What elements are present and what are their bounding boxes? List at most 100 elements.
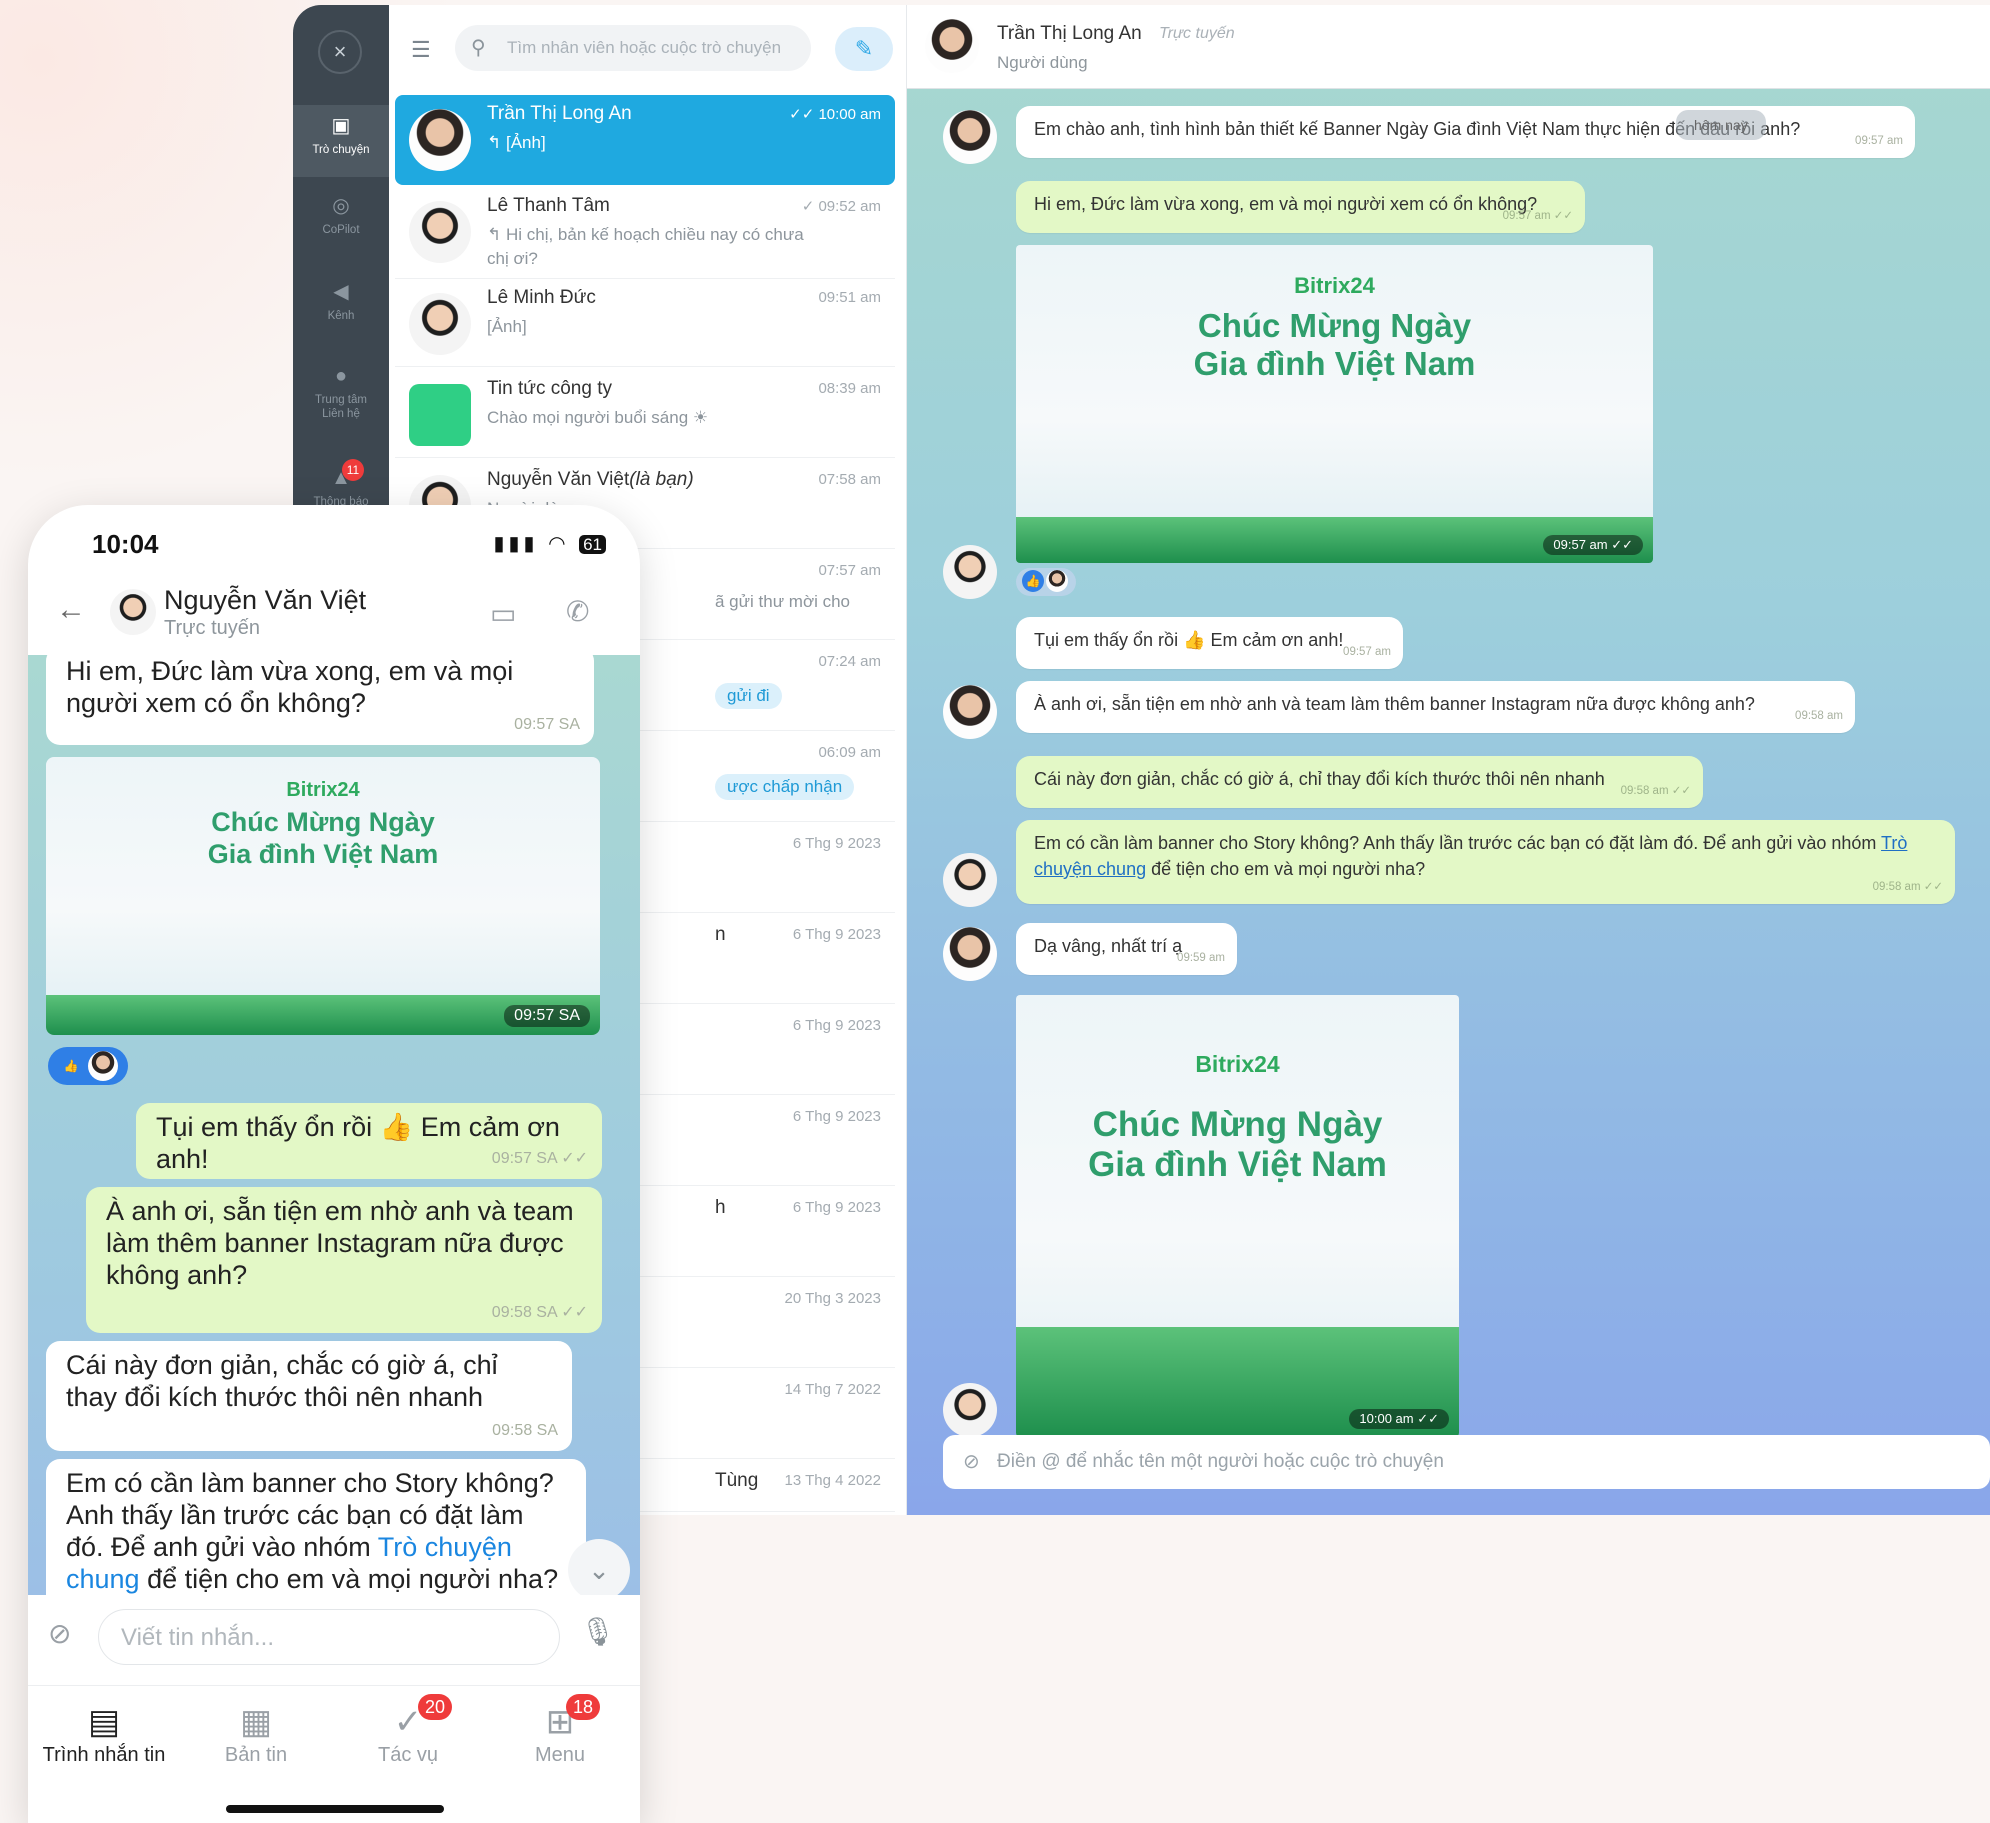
tab-tasks[interactable]: ✓ Tác vụ 20 <box>332 1694 484 1767</box>
bottom-tab-bar: ▤ Trình nhắn tin ▦ Bản tin ✓ Tác vụ 20 ⊞… <box>28 1685 640 1823</box>
home-indicator <box>226 1805 444 1813</box>
chat-item[interactable]: Lê Thanh Tâm ↰ Hi chị, bản kế hoạch chiề… <box>395 187 895 279</box>
paperclip-icon[interactable]: ⊘ <box>963 1435 980 1489</box>
avatar <box>943 545 997 599</box>
chat-item-preview: [Ảnh] <box>487 317 527 336</box>
avatar <box>409 109 471 171</box>
status-pill: ược chấp nhận <box>715 774 855 800</box>
chat-item-name: Lê Minh Đức <box>487 287 596 308</box>
conversation-panel: Trần Thị Long An Trực tuyến Người dùng E… <box>907 5 1990 1515</box>
message-bubble: Cái này đơn giản, chắc có giờ á, chỉ tha… <box>1016 756 1703 808</box>
chat-item-time: 07:57 am <box>818 562 881 579</box>
chat-item-time: 6 Thg 9 2023 <box>792 835 881 852</box>
chat-item-time: 07:24 am <box>818 653 881 670</box>
status-pill: gửi đi <box>715 683 782 709</box>
copilot-icon: ◎ <box>332 195 350 217</box>
chat-item-preview: Chào mọi người buổi sáng ☀ <box>487 408 709 427</box>
chat-item-time: 6 Thg 9 2023 <box>792 1017 881 1034</box>
avatar <box>943 685 997 739</box>
contact-center-icon: ● <box>334 365 348 387</box>
message-bubble: Tụi em thấy ổn rồi 👍 Em cảm ơn anh! 09:5… <box>1016 617 1403 669</box>
edit-icon: ✎ <box>854 36 874 61</box>
banner-image[interactable]: Bitrix24 Chúc Mừng Ngày Gia đình Việt Na… <box>1016 245 1653 563</box>
tasks-badge: 20 <box>418 1694 452 1720</box>
chat-item-preview: ã gửi thư mời cho <box>715 592 851 611</box>
chat-item-name: Lê Thanh Tâm <box>487 195 610 216</box>
avatar <box>88 1051 118 1081</box>
rail-item-copilot[interactable]: ◎ CoPilot <box>293 195 389 237</box>
paperclip-icon[interactable]: ⊘ <box>48 1617 71 1650</box>
avatar[interactable] <box>110 589 156 635</box>
message-bubble: Cái này đơn giản, chắc có giờ á, chỉ tha… <box>46 1341 572 1451</box>
tab-messenger[interactable]: ▤ Trình nhắn tin <box>28 1700 180 1767</box>
online-status: Trực tuyến <box>1159 25 1235 42</box>
banner-image[interactable]: Bitrix24 Chúc Mừng Ngày Gia đình Việt Na… <box>46 757 600 1035</box>
search-icon: ⚲ <box>471 37 486 59</box>
check-circle-icon: ✓ <box>393 1703 423 1741</box>
mobile-app: 10:04 ▮▮▮ ◠ 61 ← Nguyễn Văn Việt Trực tu… <box>28 505 640 1823</box>
message-bubble: Tụi em thấy ổn rồi 👍 Em cảm ơn anh! 09:5… <box>136 1103 602 1179</box>
filter-sliders-icon[interactable]: ☰ <box>411 37 431 63</box>
reactions[interactable]: 👍 <box>1016 568 1076 596</box>
status-indicators: ▮▮▮ ◠ 61 <box>493 531 606 556</box>
composer: ⊘ Viết tin nhắn... 🎙 <box>28 1595 640 1685</box>
message-bubble: Em có cần làm banner cho Story không? An… <box>1016 820 1955 904</box>
chat-item[interactable]: Trần Thị Long An ↰ [Ảnh] ✓✓ 10:00 am <box>395 95 895 185</box>
chat-item-name: Tin tức công ty <box>487 378 613 399</box>
chat-item-time: 6 Thg 9 2023 <box>792 926 881 943</box>
menu-badge: 18 <box>566 1694 600 1720</box>
message-bubble: Hi em, Đức làm vừa xong, em và mọi người… <box>46 655 594 745</box>
phone-icon[interactable]: ✆ <box>566 595 589 628</box>
compose-button[interactable]: ✎ <box>835 27 893 71</box>
video-call-icon[interactable]: ▭ <box>490 597 516 630</box>
newspaper-icon: ▦ <box>239 1703 273 1741</box>
user-role: Người dùng <box>997 53 1088 72</box>
message-bubble: À anh ơi, sẵn tiện em nhờ anh và team là… <box>86 1187 602 1333</box>
avatar[interactable] <box>925 19 979 73</box>
news-icon <box>409 384 471 446</box>
chat-item-name: n <box>715 924 726 945</box>
chat-item-time: 20 Thg 3 2023 <box>784 1290 881 1307</box>
rail-item-notifications[interactable]: ▲ Thông báo <box>293 467 389 509</box>
rail-item-channels[interactable]: ◀ Kênh <box>293 281 389 323</box>
online-status: Trực tuyến <box>164 617 261 639</box>
chat-item-time: 6 Thg 9 2023 <box>792 1199 881 1216</box>
thumbs-up-icon: 👍 <box>63 1059 79 1073</box>
reactions[interactable]: 👍 <box>48 1047 128 1085</box>
rail-item-contact-center[interactable]: ● Trung tâm Liên hệ <box>293 365 389 421</box>
tab-menu[interactable]: ⊞ Menu 18 <box>484 1694 636 1767</box>
thumbs-up-icon: 👍 <box>1022 570 1044 592</box>
chat-item-time: 07:58 am <box>818 471 881 488</box>
battery-icon: 61 <box>579 535 606 554</box>
chevron-down-icon: ⌄ <box>588 1555 610 1585</box>
chat-list-toolbar: ☰ Tìm nhân viên hoặc cuộc trò chuyện ⚲ ✎ <box>389 5 906 91</box>
chat-item-preview: ↰ Hi chị, bản kế hoạch chiều nay có chưa… <box>487 225 804 268</box>
message-input[interactable]: Viết tin nhắn... <box>98 1609 560 1665</box>
message-bubble: À anh ơi, sẵn tiện em nhờ anh và team là… <box>1016 681 1855 733</box>
status-time: 10:04 <box>92 529 159 559</box>
signal-icon: ▮▮▮ <box>493 533 539 555</box>
chat-header: ← Nguyễn Văn Việt Trực tuyến ▭ ✆ <box>28 575 640 655</box>
chat-item-name: Tùng <box>715 1470 759 1491</box>
chat-item-name: Nguyễn Văn Việt(là bạn) <box>487 469 694 490</box>
status-bar: 10:04 ▮▮▮ ◠ 61 <box>28 505 640 575</box>
close-icon[interactable]: × <box>318 30 362 74</box>
avatar <box>409 201 471 263</box>
message-input[interactable]: ⊘ Điền @ để nhắc tên một người hoặc cuộc… <box>943 1435 1990 1489</box>
tab-feed[interactable]: ▦ Bản tin <box>180 1700 332 1767</box>
chat-item[interactable]: Tin tức công ty Chào mọi người buổi sáng… <box>395 370 895 458</box>
chat-bubble-icon: ▤ <box>87 1703 121 1741</box>
avatar <box>943 110 997 164</box>
microphone-icon[interactable]: 🎙 <box>580 1615 616 1648</box>
rail-item-chat[interactable]: ▣ Trò chuyện <box>293 105 389 177</box>
scroll-down-button[interactable]: ⌄ <box>568 1539 630 1595</box>
back-arrow-icon[interactable]: ← <box>56 593 86 627</box>
banner-image[interactable]: Bitrix24 Chúc Mừng Ngày Gia đình Việt Na… <box>1016 995 1459 1437</box>
chat-item[interactable]: Lê Minh Đức [Ảnh] 09:51 am <box>395 279 895 367</box>
chat-item-time: 14 Thg 7 2022 <box>784 1381 881 1398</box>
search-input[interactable]: Tìm nhân viên hoặc cuộc trò chuyện <box>455 25 811 71</box>
chat-item-preview: ↰ [Ảnh] <box>487 133 546 152</box>
message-bubble: Em có cần làm banner cho Story không? An… <box>46 1459 586 1595</box>
chat-item-name: h <box>715 1197 726 1218</box>
conversation-title: Trần Thị Long An <box>997 23 1142 44</box>
